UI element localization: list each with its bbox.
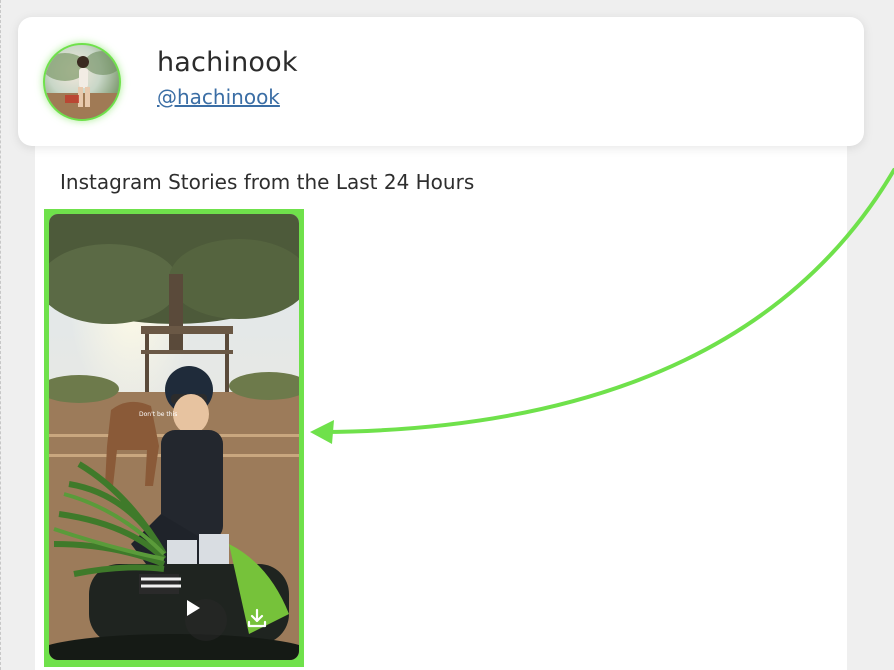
download-button[interactable] [246,607,272,633]
stories-section-title: Instagram Stories from the Last 24 Hours [60,170,475,194]
username: hachinook [157,47,298,78]
play-icon [187,600,200,616]
profile-handle-link[interactable]: @hachinook [157,85,280,109]
avatar[interactable] [43,43,121,121]
download-icon [247,608,267,628]
story-caption: Don't be this [139,411,178,418]
page: hachinook @hachinook Instagram Stories f… [0,0,894,670]
profile-card: hachinook @hachinook [18,17,864,146]
story-image [49,214,299,660]
play-button[interactable] [185,599,227,641]
page-edge-divider [0,0,1,670]
story-card[interactable]: Don't be this [49,214,299,660]
